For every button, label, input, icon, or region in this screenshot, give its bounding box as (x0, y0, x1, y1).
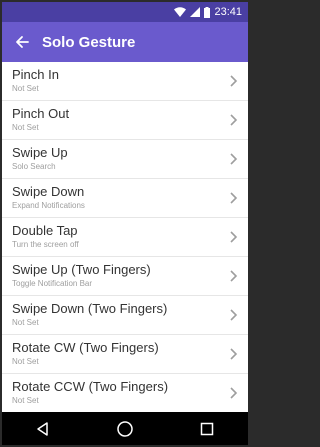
recents-square-icon[interactable] (187, 412, 227, 445)
list-item-title: Swipe Down (12, 184, 85, 199)
list-item-subtitle: Not Set (12, 318, 39, 327)
page-title: Solo Gesture (42, 33, 136, 51)
list-item[interactable]: Swipe Up (Two Fingers) Toggle Notificati… (2, 257, 248, 296)
list-item-subtitle: Not Set (12, 357, 39, 366)
navigation-bar (2, 412, 248, 445)
chevron-right-icon (230, 114, 238, 126)
wifi-icon (174, 7, 187, 17)
chevron-right-icon (230, 387, 238, 399)
list-item-title: Rotate CW (Two Fingers) (12, 340, 159, 355)
status-icons: 23:41 (174, 5, 242, 19)
chevron-right-icon (230, 192, 238, 204)
chevron-right-icon (230, 348, 238, 360)
list-item[interactable]: Rotate CCW (Two Fingers) Not Set (2, 374, 248, 412)
chevron-right-icon (230, 75, 238, 87)
list-item[interactable]: Rotate CW (Two Fingers) Not Set (2, 335, 248, 374)
chevron-right-icon (230, 309, 238, 321)
list-item[interactable]: Swipe Down (Two Fingers) Not Set (2, 296, 248, 335)
list-item-title: Double Tap (12, 223, 78, 238)
list-item-title: Swipe Up (Two Fingers) (12, 262, 151, 277)
gesture-list[interactable]: Pinch In Not Set Pinch Out Not Set Swipe… (2, 62, 248, 412)
list-item[interactable]: Swipe Down Expand Notifications (2, 179, 248, 218)
chevron-right-icon (230, 231, 238, 243)
list-item[interactable]: Pinch In Not Set (2, 62, 248, 101)
list-item-subtitle: Expand Notifications (12, 201, 85, 210)
list-item-subtitle: Solo Search (12, 162, 56, 171)
app-bar: Solo Gesture (2, 22, 248, 62)
chevron-right-icon (230, 153, 238, 165)
back-triangle-icon[interactable] (23, 412, 63, 445)
status-time: 23:41 (214, 6, 242, 18)
signal-icon (190, 7, 201, 17)
list-item[interactable]: Swipe Up Solo Search (2, 140, 248, 179)
list-item-title: Pinch Out (12, 106, 70, 121)
list-item-title: Swipe Down (Two Fingers) (12, 301, 168, 316)
home-circle-icon[interactable] (105, 412, 145, 445)
list-item-title: Pinch In (12, 67, 59, 82)
list-item-title: Swipe Up (12, 145, 68, 160)
list-item-subtitle: Toggle Notification Bar (12, 279, 93, 288)
list-item[interactable]: Pinch Out Not Set (2, 101, 248, 140)
battery-icon (204, 6, 211, 18)
arrow-left-icon[interactable] (2, 22, 42, 62)
list-item-subtitle: Not Set (12, 123, 39, 132)
list-item[interactable]: Double Tap Turn the screen off (2, 218, 248, 257)
list-item-title: Rotate CCW (Two Fingers) (12, 379, 169, 394)
list-item-subtitle: Not Set (12, 84, 39, 93)
status-bar: 23:41 (2, 2, 248, 22)
list-item-subtitle: Turn the screen off (12, 240, 79, 249)
list-item-subtitle: Not Set (12, 396, 39, 405)
phone-screen: 23:41 Solo Gesture Pinch In Not Set Pinc… (2, 2, 248, 445)
chevron-right-icon (230, 270, 238, 282)
